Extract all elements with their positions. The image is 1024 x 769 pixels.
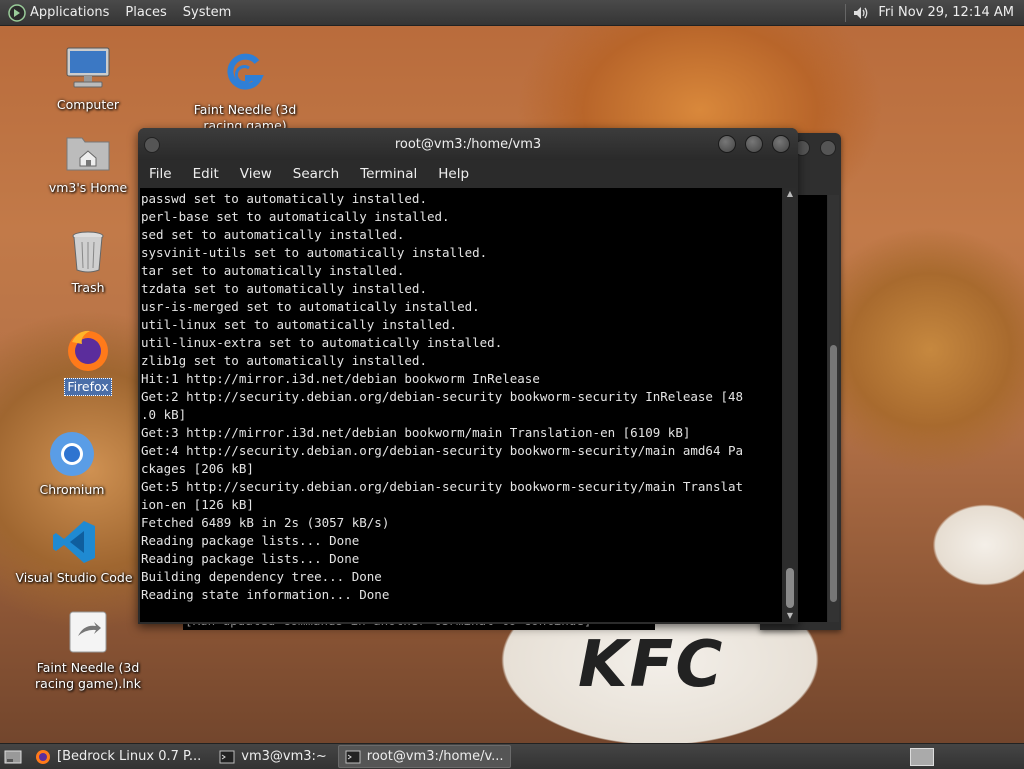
- terminal-line: zlib1g set to automatically installed.: [141, 353, 427, 368]
- window-menu-icon[interactable]: [144, 137, 160, 153]
- terminal-line: passwd set to automatically installed.: [141, 191, 427, 206]
- clock[interactable]: Fri Nov 29, 12:14 AM: [870, 5, 1024, 20]
- terminal-window[interactable]: root@vm3:/home/vm3 File Edit View Search…: [138, 128, 798, 624]
- wallpaper-kfc-text: KFC: [578, 628, 725, 702]
- close-button[interactable]: [772, 135, 790, 153]
- terminal-line: Reading package lists... Done: [141, 533, 360, 548]
- terminal-line: tar set to automatically installed.: [141, 263, 405, 278]
- menu-edit[interactable]: Edit: [193, 166, 219, 182]
- firefox-icon: [64, 326, 112, 374]
- terminal-line: ion-en [126 kB]: [141, 497, 254, 512]
- terminal-titlebar[interactable]: root@vm3:/home/vm3: [138, 128, 798, 160]
- desktop-icon-label: vm3's Home: [48, 180, 128, 195]
- desktop-icon-computer[interactable]: Computer: [28, 45, 148, 113]
- menu-view[interactable]: View: [240, 166, 272, 182]
- panel-separator: [845, 3, 847, 22]
- background-terminal-body[interactable]: [798, 195, 827, 622]
- terminal-line: Get:2 http://security.debian.org/debian-…: [141, 389, 744, 404]
- scroll-down-icon[interactable]: ▼: [784, 610, 796, 622]
- terminal-line: usr-is-merged set to automatically insta…: [141, 299, 480, 314]
- taskbar-item-label: root@vm3:/home/v...: [366, 749, 504, 764]
- terminal-line: Building dependency tree... Done: [141, 569, 382, 584]
- show-desktop-icon[interactable]: [4, 749, 22, 765]
- maximize-button[interactable]: [745, 135, 763, 153]
- desktop-icon-home[interactable]: vm3's Home: [28, 128, 148, 196]
- desktop-icon-trash[interactable]: Trash: [28, 228, 148, 296]
- terminal-line: util-linux set to automatically installe…: [141, 317, 458, 332]
- terminal-output[interactable]: passwd set to automatically installed. pe…: [140, 188, 782, 622]
- terminal-line: Reading package lists... Done: [141, 551, 360, 566]
- desktop-icon-label: Computer: [56, 97, 120, 112]
- terminal-icon: [219, 750, 235, 763]
- terminal-line: sed set to automatically installed.: [141, 227, 405, 242]
- applications-logo-icon[interactable]: [8, 3, 26, 22]
- desktop-icon-firefox[interactable]: Firefox: [28, 326, 148, 396]
- taskbar-item-browser[interactable]: [Bedrock Linux 0.7 P...: [28, 745, 208, 768]
- scrollbar-thumb[interactable]: [786, 568, 794, 608]
- terminal-line: Fetched 6489 kB in 2s (3057 kB/s): [141, 515, 390, 530]
- terminal-icon: [345, 750, 361, 763]
- chromium-icon: [48, 430, 96, 478]
- terminal-line: tzdata set to automatically installed.: [141, 281, 427, 296]
- desktop-icon-label: Firefox: [64, 378, 112, 396]
- top-panel: Applications Places System Fri Nov 29, 1…: [0, 0, 1024, 26]
- taskbar-item-label: vm3@vm3:~: [241, 749, 327, 764]
- desktop-icon-label: Trash: [71, 280, 105, 295]
- home-folder-icon: [64, 128, 112, 176]
- firefox-icon: [36, 749, 50, 764]
- terminal-line: .0 kB]: [141, 407, 187, 422]
- volume-icon[interactable]: [852, 4, 870, 22]
- desktop-icon-chromium[interactable]: Chromium: [12, 430, 132, 498]
- terminal-menubar: File Edit View Search Terminal Help: [138, 160, 798, 188]
- terminal-line: util-linux-extra set to automatically in…: [141, 335, 503, 350]
- terminal-line: Get:4 http://security.debian.org/debian-…: [141, 443, 744, 458]
- terminal-line: ckages [206 kB]: [141, 461, 254, 476]
- scroll-up-icon[interactable]: ▲: [784, 188, 796, 200]
- desktop-icon-vscode[interactable]: Visual Studio Code: [14, 518, 134, 586]
- terminal-line: perl-base set to automatically installed…: [141, 209, 450, 224]
- window-button-icon[interactable]: [820, 140, 836, 156]
- terminal-line: sysvinit-utils set to automatically inst…: [141, 245, 488, 260]
- workspace-switcher[interactable]: [910, 747, 934, 766]
- menu-terminal[interactable]: Terminal: [360, 166, 417, 182]
- desktop-icon-label: Faint Needle (3d racing game).lnk: [35, 660, 141, 691]
- menu-file[interactable]: File: [149, 166, 172, 182]
- bottom-panel: [Bedrock Linux 0.7 P... vm3@vm3:~ root@v…: [0, 743, 1024, 769]
- background-terminal-scrollbar[interactable]: [828, 195, 839, 622]
- terminal-scrollbar[interactable]: ▲ ▼: [784, 188, 796, 622]
- vscode-icon: [50, 518, 98, 566]
- menu-search[interactable]: Search: [293, 166, 339, 182]
- taskbar-item-terminal-root[interactable]: root@vm3:/home/v...: [337, 745, 511, 768]
- taskbar-item-terminal-user[interactable]: vm3@vm3:~: [212, 745, 334, 768]
- desktop-icon-faint-needle-lnk[interactable]: Faint Needle (3d racing game).lnk: [28, 608, 148, 692]
- places-menu[interactable]: Places: [117, 5, 174, 20]
- computer-icon: [64, 45, 112, 93]
- terminal-line: Reading state information... Done: [141, 587, 390, 602]
- desktop-icon-label: Visual Studio Code: [15, 570, 133, 585]
- applications-menu[interactable]: Applications: [26, 5, 117, 20]
- shortcut-icon: [64, 608, 112, 656]
- menu-help[interactable]: Help: [438, 166, 469, 182]
- desktop-icon-faint-needle[interactable]: Faint Needle (3d racing game): [185, 50, 305, 134]
- terminal-line: Get:3 http://mirror.i3d.net/debian bookw…: [141, 425, 691, 440]
- taskbar-item-label: [Bedrock Linux 0.7 P...: [57, 749, 202, 764]
- desktop-icon-label: Chromium: [39, 482, 105, 497]
- trash-icon: [64, 228, 112, 276]
- game-g-icon: [221, 50, 269, 98]
- terminal-line: Hit:1 http://mirror.i3d.net/debian bookw…: [141, 371, 540, 386]
- minimize-button[interactable]: [718, 135, 736, 153]
- terminal-line: Get:5 http://security.debian.org/debian-…: [141, 479, 744, 494]
- window-title: root@vm3:/home/vm3: [394, 136, 542, 152]
- system-menu[interactable]: System: [175, 5, 239, 20]
